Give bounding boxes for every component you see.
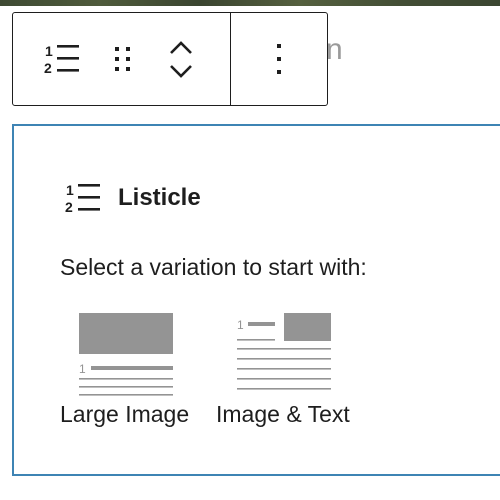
svg-text:1: 1 (45, 43, 53, 59)
variation-image-and-text[interactable]: 1 Image & Text (216, 312, 350, 428)
background-heading-text: n (326, 33, 343, 66)
svg-text:2: 2 (65, 199, 73, 215)
move-down-button[interactable] (168, 59, 194, 81)
variation-number: 1 (79, 362, 86, 376)
chevron-down-icon (170, 65, 192, 78)
ordered-list-icon: 1 2 (65, 182, 100, 215)
move-controls (161, 24, 201, 94)
image-text-variation-icon: 1 (236, 313, 331, 390)
move-up-button[interactable] (168, 37, 194, 59)
toolbar-options-group (231, 13, 327, 105)
variation-number: 1 (237, 318, 244, 332)
large-image-variation-icon: 1 (78, 313, 173, 396)
variation-large-image[interactable]: 1 Large Image (60, 312, 189, 428)
block-type-button[interactable]: 1 2 (41, 29, 85, 89)
more-vertical-icon (277, 44, 281, 74)
image-block-edge (0, 0, 500, 6)
ordered-list-icon: 1 2 (44, 43, 79, 76)
listicle-block-placeholder[interactable]: 1 2 Listicle Select a variation to start… (12, 124, 500, 476)
placeholder-instructions: Select a variation to start with: (60, 254, 367, 280)
placeholder-title: Listicle (118, 184, 201, 211)
editor-canvas: n 1 2 1 2 Listicle Select a variation to… (0, 0, 500, 500)
variation-label: Large Image (60, 401, 190, 427)
block-toolbar: 1 2 (12, 12, 328, 106)
drag-handle-icon (115, 47, 130, 71)
toolbar-main-group: 1 2 (13, 13, 231, 105)
drag-handle-button[interactable] (103, 29, 143, 89)
placeholder-header: 1 2 Listicle (64, 180, 201, 216)
more-options-button[interactable] (259, 29, 299, 89)
variation-label: Image & Text (216, 401, 350, 427)
chevron-up-icon (170, 41, 192, 54)
svg-text:2: 2 (44, 60, 52, 76)
svg-text:1: 1 (66, 182, 74, 198)
